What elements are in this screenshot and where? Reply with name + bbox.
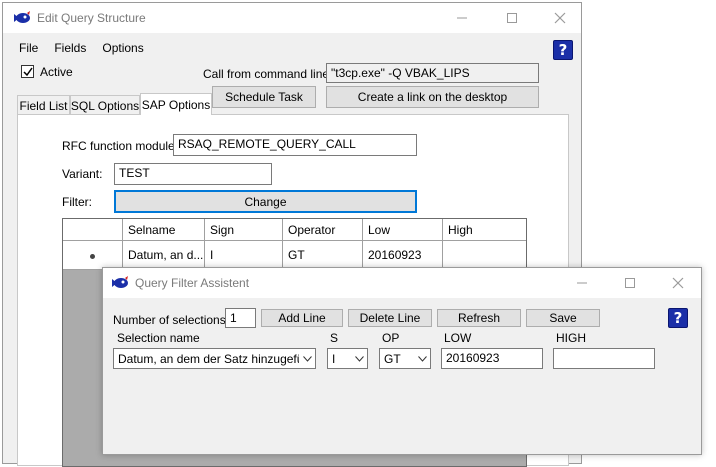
main-help-button[interactable]: ?	[553, 40, 573, 60]
add-line-button[interactable]: Add Line	[261, 309, 343, 327]
minimize-icon	[577, 282, 587, 284]
variant-field[interactable]: TEST	[114, 163, 272, 185]
maximize-icon	[625, 278, 635, 288]
main-menubar: File Fields Options	[3, 39, 152, 59]
grid-header-low[interactable]: Low	[363, 219, 443, 241]
rfc-field[interactable]: RSAQ_REMOTE_QUERY_CALL	[173, 134, 417, 156]
minimize-icon	[457, 17, 467, 19]
help-icon: ?	[558, 41, 568, 59]
operator-dropdown[interactable]: GT	[379, 348, 431, 369]
col-sign: S	[330, 331, 339, 345]
tab-sap-options[interactable]: SAP Options	[140, 93, 212, 115]
active-checkbox[interactable]	[21, 65, 34, 78]
cmd-field[interactable]: "t3cp.exe" -Q VBAK_LIPS	[326, 63, 539, 83]
filter-maximize-button[interactable]	[607, 268, 653, 298]
cell-sign[interactable]: I	[205, 241, 283, 270]
col-high: HIGH	[556, 331, 586, 345]
sap-query-icon	[14, 11, 30, 23]
grid-header-high[interactable]: High	[443, 219, 526, 241]
maximize-icon	[507, 13, 517, 23]
help-icon: ?	[673, 309, 683, 327]
delete-line-button[interactable]: Delete Line	[348, 309, 432, 327]
col-selection-name: Selection name	[117, 331, 200, 345]
chevron-down-icon	[414, 355, 430, 362]
cmd-label: Call from command line	[203, 67, 330, 81]
main-minimize-button[interactable]	[439, 3, 485, 33]
grid-header-selname[interactable]: Selname	[123, 219, 205, 241]
num-selections-label: Number of selections:	[113, 313, 230, 327]
grid-header-indicator	[63, 219, 123, 241]
cell-high[interactable]	[443, 241, 526, 270]
operator-value: GT	[384, 351, 401, 366]
sign-dropdown[interactable]: I	[327, 348, 368, 369]
grid-header-row: Selname Sign Operator Low High	[63, 219, 526, 241]
main-close-button[interactable]	[537, 3, 583, 33]
change-filter-button[interactable]: Change	[114, 190, 417, 213]
filter-minimize-button[interactable]	[559, 268, 605, 298]
cell-selname[interactable]: Datum, an d...	[123, 241, 205, 270]
rfc-label: RFC function module	[62, 139, 175, 153]
table-row[interactable]: Datum, an d... I GT 20160923	[63, 241, 526, 270]
schedule-task-button[interactable]: Schedule Task	[212, 86, 316, 108]
cell-low[interactable]: 20160923	[363, 241, 443, 270]
main-maximize-button[interactable]	[489, 3, 535, 33]
filter-help-button[interactable]: ?	[668, 308, 688, 328]
filter-label: Filter:	[62, 195, 92, 209]
desktop-link-button[interactable]: Create a link on the desktop	[326, 86, 539, 108]
active-label: Active	[40, 65, 73, 79]
close-icon	[672, 277, 684, 289]
filter-close-button[interactable]	[655, 268, 701, 298]
refresh-button[interactable]: Refresh	[437, 309, 521, 327]
sap-query-icon	[112, 276, 128, 288]
close-icon	[554, 12, 566, 24]
high-value-field[interactable]	[553, 348, 655, 369]
filter-window-title: Query Filter Assistent	[135, 276, 250, 290]
chevron-down-icon	[351, 355, 367, 362]
row-indicator	[63, 241, 123, 270]
filter-assistant-window: Query Filter Assistent Number of selecti…	[102, 267, 702, 455]
main-window-title: Edit Query Structure	[37, 11, 146, 25]
tab-field-list[interactable]: Field List	[17, 95, 70, 115]
selection-name-dropdown[interactable]: Datum, an dem der Satz hinzugefügt w	[113, 348, 316, 369]
variant-label: Variant:	[62, 167, 103, 181]
menu-file[interactable]: File	[3, 39, 46, 59]
chevron-down-icon	[299, 355, 315, 362]
grid-header-sign[interactable]: Sign	[205, 219, 283, 241]
num-selections-field[interactable]: 1	[225, 308, 256, 328]
selection-name-value: Datum, an dem der Satz hinzugefügt w	[118, 351, 299, 366]
menu-options[interactable]: Options	[94, 39, 151, 59]
col-op: OP	[382, 331, 400, 345]
sign-value: I	[332, 351, 336, 366]
grid-header-operator[interactable]: Operator	[283, 219, 363, 241]
low-value-field[interactable]: 20160923	[441, 348, 543, 369]
save-button[interactable]: Save	[526, 309, 600, 327]
menu-fields[interactable]: Fields	[46, 39, 94, 59]
checkmark-icon	[22, 67, 33, 76]
current-row-icon	[90, 254, 95, 259]
col-low: LOW	[444, 331, 472, 345]
cell-operator[interactable]: GT	[283, 241, 363, 270]
tab-sql-options[interactable]: SQL Options	[70, 95, 140, 115]
